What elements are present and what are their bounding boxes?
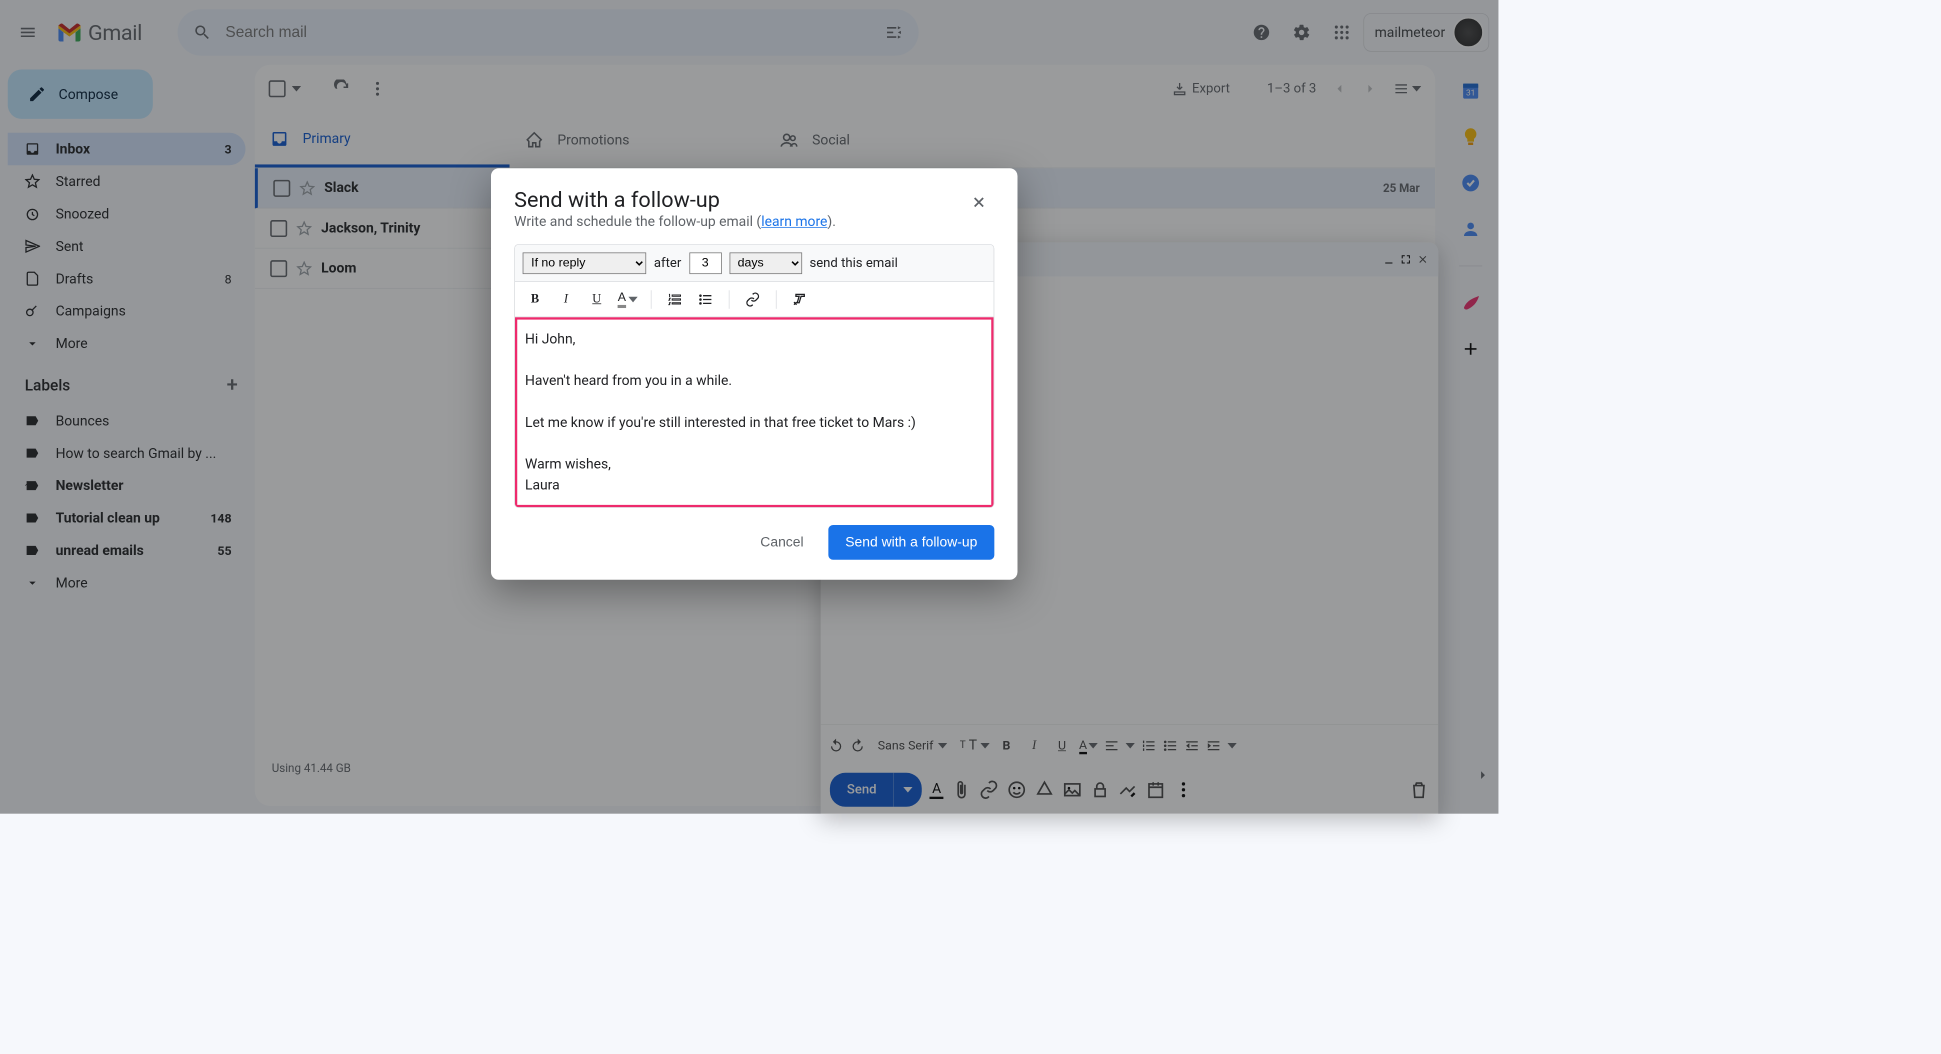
- underline-icon[interactable]: U: [583, 285, 611, 313]
- italic-icon[interactable]: I: [552, 285, 580, 313]
- followup-editor[interactable]: Hi John, Haven't heard from you in a whi…: [515, 317, 994, 507]
- bulleted-list-icon[interactable]: [692, 285, 720, 313]
- ordered-list-icon[interactable]: [661, 285, 689, 313]
- modal-close-icon[interactable]: [963, 187, 994, 218]
- send-followup-button[interactable]: Send with a follow-up: [828, 525, 994, 560]
- send-email-label: send this email: [809, 255, 897, 270]
- unit-select[interactable]: days: [729, 252, 802, 274]
- schedule-box: If no reply after days send this email B…: [514, 244, 994, 508]
- condition-select[interactable]: If no reply: [523, 252, 647, 274]
- modal-title: Send with a follow-up: [514, 187, 836, 212]
- cancel-button[interactable]: Cancel: [746, 525, 817, 560]
- clear-format-icon[interactable]: [786, 285, 814, 313]
- after-label: after: [654, 255, 681, 270]
- followup-modal: Send with a follow-up Write and schedule…: [491, 168, 1018, 579]
- text-color-icon[interactable]: A: [614, 285, 642, 313]
- editor-format-toolbar: B I U A: [515, 282, 994, 318]
- delay-input[interactable]: [689, 252, 721, 274]
- link-icon[interactable]: [739, 285, 767, 313]
- modal-subtitle: Write and schedule the follow-up email (…: [514, 214, 836, 230]
- learn-more-link[interactable]: learn more: [761, 214, 827, 230]
- bold-icon[interactable]: B: [521, 285, 549, 313]
